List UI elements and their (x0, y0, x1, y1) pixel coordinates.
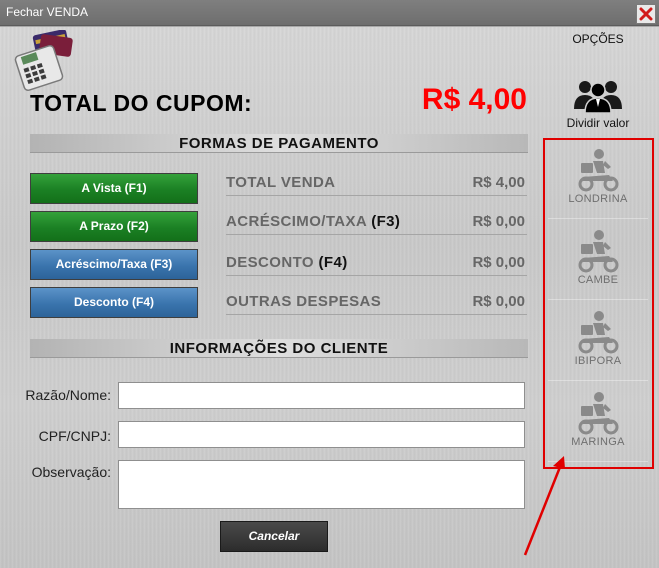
desconto-button[interactable]: Desconto (F4) (30, 287, 198, 318)
people-group-icon[interactable] (571, 77, 625, 113)
summary-row-outras-despesas: OUTRAS DESPESAS R$ 0,00 (226, 293, 527, 315)
summary-row-desconto: DESCONTO (F4) R$ 0,00 (226, 254, 527, 276)
summary-value: R$ 0,00 (472, 213, 525, 230)
summary-label: TOTAL VENDA (226, 174, 336, 191)
cpf-cnpj-input[interactable] (118, 421, 525, 448)
title-bar: Fechar VENDA (0, 0, 659, 26)
close-icon (639, 7, 653, 21)
a-prazo-button[interactable]: A Prazo (F2) (30, 211, 198, 242)
a-vista-button[interactable]: A Vista (F1) (30, 173, 198, 204)
opcoes-label: OPÇÕES (572, 32, 624, 46)
formas-pagamento-header: FORMAS DE PAGAMENTO (30, 134, 528, 153)
summary-value: R$ 0,00 (472, 254, 525, 271)
window-title: Fechar VENDA (6, 5, 89, 19)
close-button[interactable] (636, 4, 656, 24)
summary-row-acrescimo: ACRÉSCIMO/TAXA (F3) R$ 0,00 (226, 213, 527, 235)
annotation-arrow-icon (523, 456, 565, 556)
summary-key: (F4) (318, 254, 348, 271)
cpf-cnpj-label: CPF/CNPJ: (38, 428, 111, 444)
summary-value: R$ 0,00 (472, 293, 525, 310)
fechar-venda-window: Fechar VENDA TOTAL DO CUPOM: R$ 4,00 FOR… (0, 0, 659, 568)
summary-label: DESCONTO (226, 254, 314, 271)
razao-nome-input[interactable] (118, 382, 525, 409)
cities-highlight-annotation (543, 138, 654, 469)
dialog-content: TOTAL DO CUPOM: R$ 4,00 FORMAS DE PAGAME… (0, 27, 659, 568)
summary-key: (F3) (371, 213, 401, 230)
acrescimo-taxa-button[interactable]: Acréscimo/Taxa (F3) (30, 249, 198, 280)
observacao-label: Observação: (31, 464, 111, 480)
summary-value: R$ 4,00 (472, 174, 525, 191)
razao-nome-label: Razão/Nome: (25, 387, 111, 403)
summary-row-total-venda: TOTAL VENDA R$ 4,00 (226, 174, 527, 196)
observacao-textarea[interactable] (118, 460, 525, 509)
informacoes-cliente-header: INFORMAÇÕES DO CLIENTE (30, 339, 528, 358)
summary-label: ACRÉSCIMO/TAXA (226, 213, 367, 230)
total-cupom-label: TOTAL DO CUPOM: (30, 90, 253, 116)
pos-terminal-icon (14, 30, 73, 92)
total-cupom-value: R$ 4,00 (421, 83, 527, 116)
summary-label: OUTRAS DESPESAS (226, 293, 382, 310)
dividir-valor-button[interactable]: Dividir valor (548, 116, 648, 130)
cancel-button[interactable]: Cancelar (220, 521, 328, 552)
